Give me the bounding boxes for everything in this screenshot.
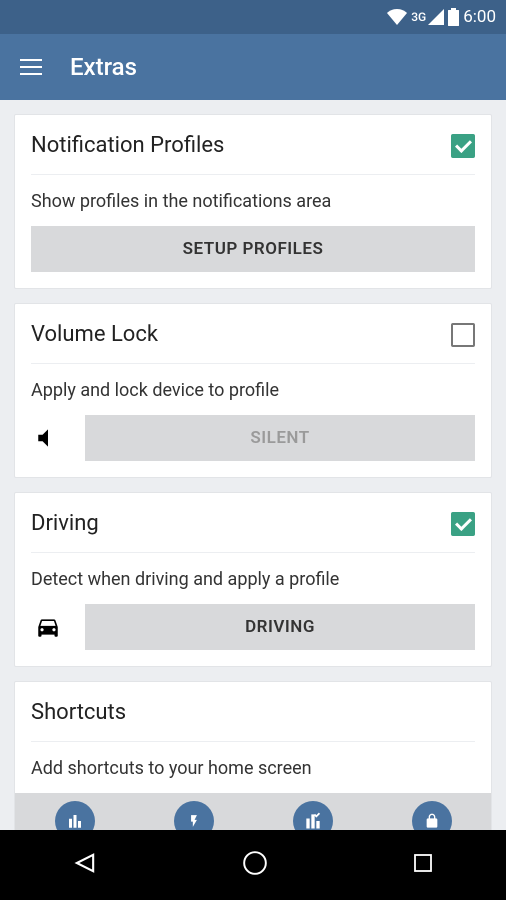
silent-button[interactable]: SILENT <box>85 415 475 461</box>
volume-lock-card: Volume Lock Apply and lock device to pro… <box>14 303 492 478</box>
status-bar: 3G 6:00 <box>0 0 506 34</box>
car-icon <box>31 614 65 640</box>
content: Notification Profiles Show profiles in t… <box>0 100 506 864</box>
driving-title: Driving <box>31 511 99 536</box>
navigation-bar <box>0 830 506 900</box>
battery-icon <box>448 8 459 26</box>
driving-button[interactable]: DRIVING <box>85 604 475 650</box>
app-bar: Extras <box>0 34 506 100</box>
clock: 6:00 <box>463 7 496 27</box>
home-button[interactable] <box>242 850 268 880</box>
volume-checkbox[interactable] <box>451 323 475 347</box>
driving-desc: Detect when driving and apply a profile <box>31 569 475 590</box>
network-label: 3G <box>411 10 426 24</box>
volume-title: Volume Lock <box>31 322 158 347</box>
signal-icon <box>428 9 444 25</box>
overview-button[interactable] <box>411 851 435 879</box>
notification-profiles-card: Notification Profiles Show profiles in t… <box>14 114 492 289</box>
notification-title: Notification Profiles <box>31 133 224 158</box>
volume-desc: Apply and lock device to profile <box>31 380 475 401</box>
notification-checkbox[interactable] <box>451 134 475 158</box>
notification-desc: Show profiles in the notifications area <box>31 191 475 212</box>
shortcuts-title: Shortcuts <box>31 700 126 725</box>
back-button[interactable] <box>71 849 99 881</box>
menu-icon[interactable] <box>20 59 42 75</box>
shortcuts-desc: Add shortcuts to your home screen <box>31 758 475 779</box>
driving-card: Driving Detect when driving and apply a … <box>14 492 492 667</box>
wifi-icon <box>387 9 407 25</box>
shortcuts-card: Shortcuts Add shortcuts to your home scr… <box>14 681 492 850</box>
driving-checkbox[interactable] <box>451 512 475 536</box>
page-title: Extras <box>70 53 137 81</box>
setup-profiles-button[interactable]: SETUP PROFILES <box>31 226 475 272</box>
speaker-icon <box>31 425 65 451</box>
